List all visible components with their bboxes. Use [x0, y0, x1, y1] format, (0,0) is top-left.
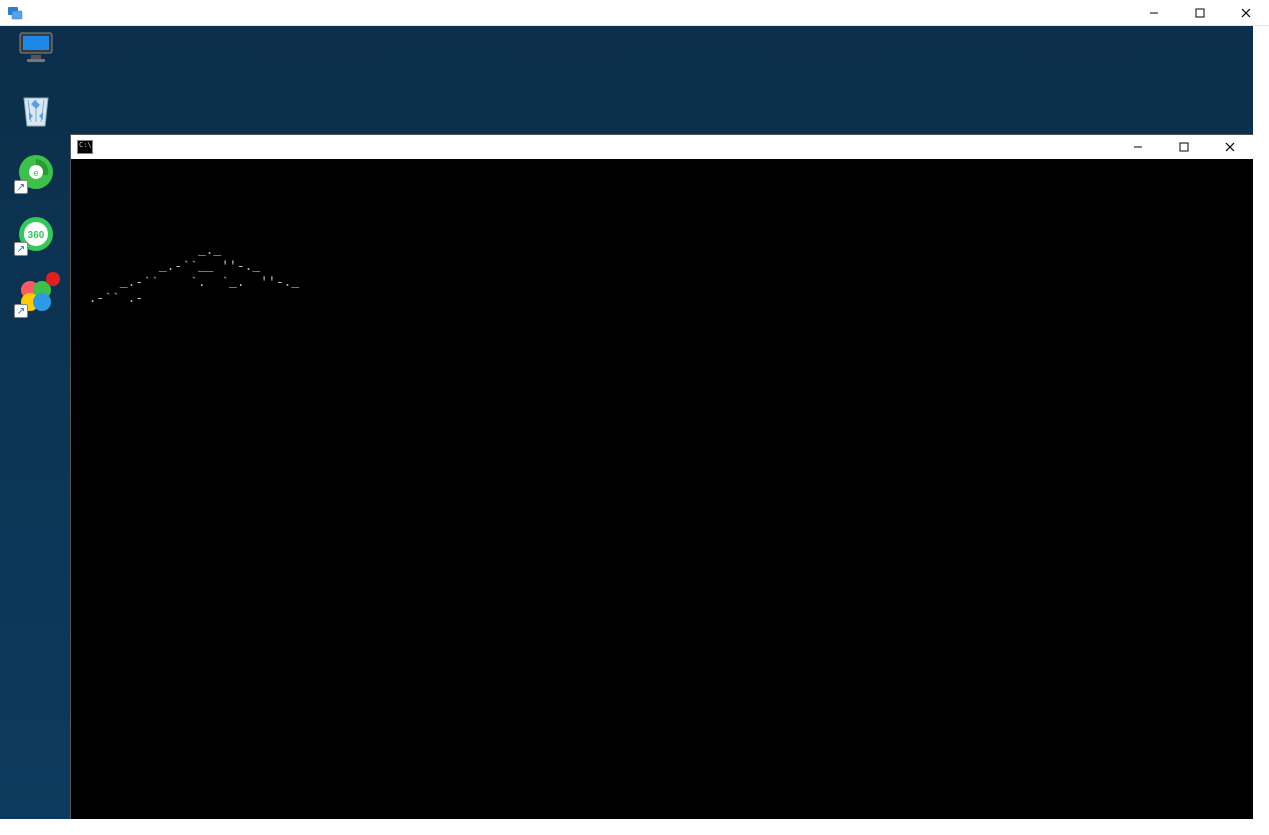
- 360-soft-icon: ↗: [16, 276, 56, 316]
- desktop-icon-this-pc[interactable]: [6, 28, 66, 70]
- shortcut-arrow-icon: ↗: [14, 180, 28, 194]
- recycle-bin-icon: [16, 90, 56, 130]
- console-maximize-button[interactable]: [1161, 135, 1207, 159]
- console-titlebar[interactable]: [71, 135, 1253, 159]
- console-close-button[interactable]: [1207, 135, 1253, 159]
- rdp-window: e ↗ 360 ↗ ↗: [0, 0, 1269, 835]
- outer-maximize-button[interactable]: [1177, 0, 1223, 26]
- rdp-icon: [6, 4, 24, 22]
- outer-minimize-button[interactable]: [1131, 0, 1177, 26]
- console-window: _._ _.-``__ ''-._ _.-`` `. `_. ''-._ .-`…: [70, 134, 1253, 819]
- client-area: e ↗ 360 ↗ ↗: [0, 26, 1269, 835]
- console-output[interactable]: _._ _.-``__ ''-._ _.-`` `. `_. ''-._ .-`…: [71, 159, 1253, 819]
- shortcut-arrow-icon: ↗: [14, 242, 28, 256]
- cmd-icon: [77, 140, 93, 154]
- this-pc-icon: [16, 28, 56, 68]
- desktop-icon-360-soft[interactable]: ↗: [6, 276, 66, 318]
- remote-desktop[interactable]: e ↗ 360 ↗ ↗: [0, 26, 1253, 819]
- desktop-icon-360-safe[interactable]: 360 ↗: [6, 214, 66, 256]
- desktop-icon-recycle-bin[interactable]: [6, 90, 66, 132]
- 360-safe-icon: 360 ↗: [16, 214, 56, 254]
- svg-text:360: 360: [28, 230, 45, 241]
- rdp-titlebar[interactable]: [0, 0, 1269, 26]
- outer-close-button[interactable]: [1223, 0, 1269, 26]
- desktop-icons: e ↗ 360 ↗ ↗: [6, 26, 70, 318]
- notification-badge: [46, 272, 60, 286]
- shortcut-arrow-icon: ↗: [14, 304, 28, 318]
- 360-browser-icon: e ↗: [16, 152, 56, 192]
- console-minimize-button[interactable]: [1115, 135, 1161, 159]
- desktop-icon-360-browser[interactable]: e ↗: [6, 152, 66, 194]
- svg-text:e: e: [33, 168, 38, 178]
